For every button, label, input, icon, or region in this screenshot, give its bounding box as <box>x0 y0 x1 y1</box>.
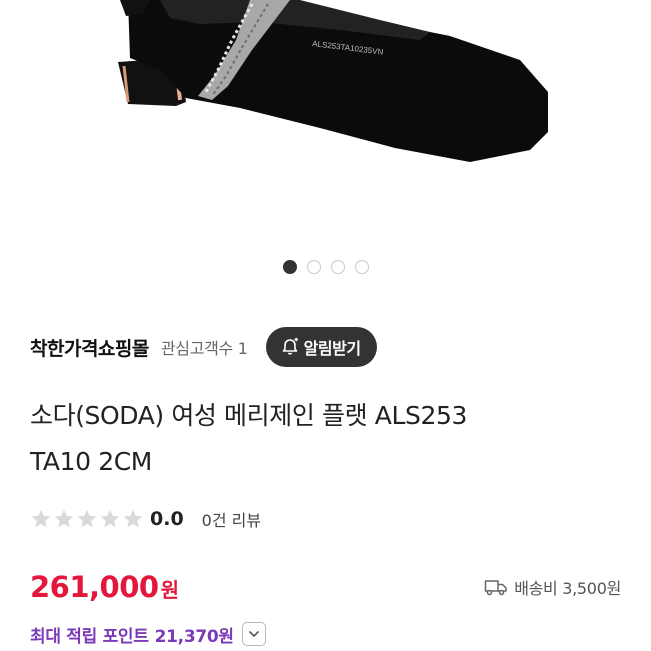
star-rating <box>30 508 144 530</box>
star-icon <box>54 509 74 528</box>
carousel-dot-3[interactable] <box>330 260 345 274</box>
carousel-dot-4[interactable] <box>354 260 369 274</box>
product-title-line-2: TA10 2CM <box>30 447 152 476</box>
points-amount: 21,370원 <box>154 626 234 647</box>
points-row: 최대 적립 포인트 21,370원 <box>30 619 266 649</box>
star-icon <box>31 509 51 528</box>
points-label: 최대 적립 포인트 <box>30 626 149 647</box>
shipping-fee: 배송비 3,500원 <box>484 575 621 599</box>
review-count[interactable]: 0건 리뷰 <box>202 507 261 531</box>
star-icon <box>123 509 143 528</box>
rating-row[interactable]: 0.0 0건 리뷰 <box>30 504 261 534</box>
product-title-line-1: 소다(SODA) 여성 메리제인 플랫 ALS253 <box>30 401 467 430</box>
seller-row: 착한가격쇼핑몰 관심고객수 1 알림받기 <box>30 326 377 368</box>
alarm-button[interactable]: 알림받기 <box>265 327 377 367</box>
shoe-illustration: ALS253TA10235VN <box>118 0 548 162</box>
alarm-button-label: 알림받기 <box>303 339 361 358</box>
carousel-dot-1[interactable] <box>282 260 297 274</box>
chevron-down-icon <box>248 631 259 637</box>
price: 261,000 원 <box>30 570 179 604</box>
product-image[interactable]: ALS253TA10235VN <box>0 0 651 252</box>
points-expand-button[interactable] <box>241 622 266 646</box>
price-row: 261,000 원 배송비 3,500원 <box>30 565 621 609</box>
interest-count: 관심고객수 1 <box>160 339 248 358</box>
shipping-fee-label: 배송비 3,500원 <box>514 579 621 598</box>
price-amount: 261,000 <box>30 570 159 604</box>
seller-name[interactable]: 착한가격쇼핑몰 <box>30 334 149 361</box>
price-unit: 원 <box>160 578 179 602</box>
star-icon <box>77 509 97 528</box>
star-icon <box>100 509 120 528</box>
truck-icon <box>484 580 507 596</box>
product-title: 소다(SODA) 여성 메리제인 플랫 ALS253 TA10 2CM <box>30 393 630 485</box>
rating-score: 0.0 <box>150 508 184 530</box>
bell-plus-icon <box>282 337 298 355</box>
carousel-indicator <box>0 260 651 280</box>
carousel-dot-2[interactable] <box>306 260 321 274</box>
